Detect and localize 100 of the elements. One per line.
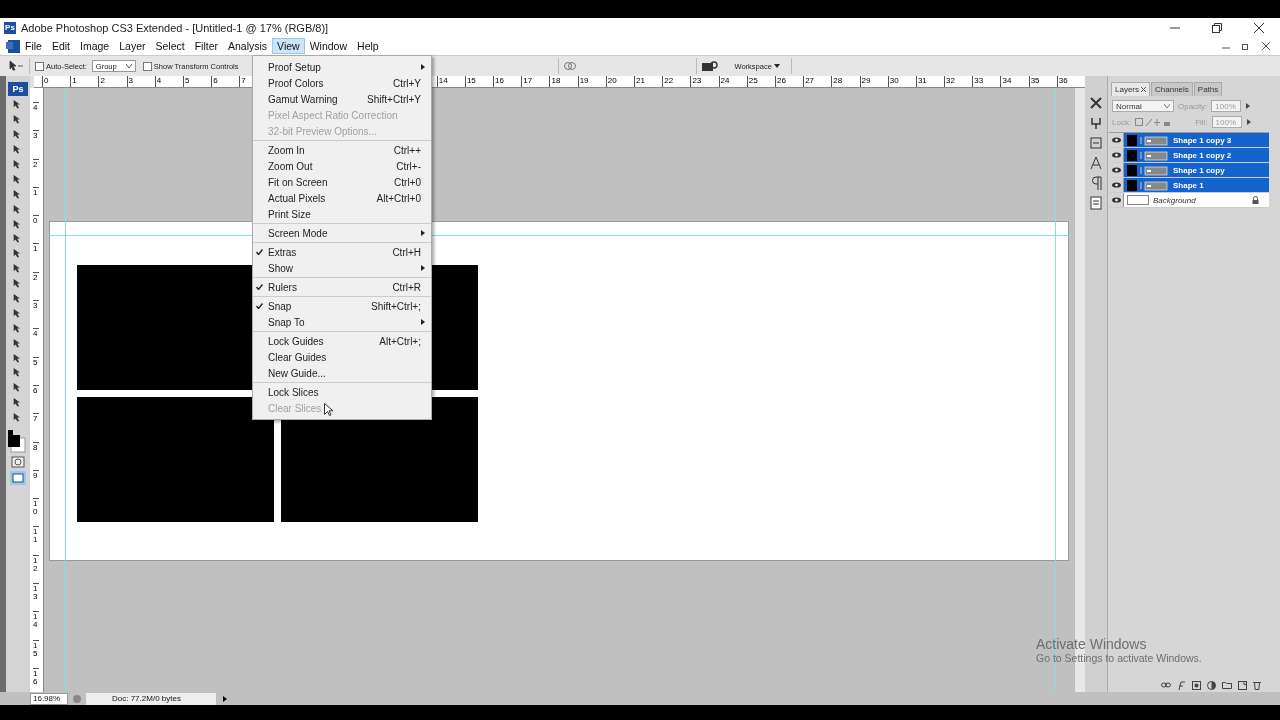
ruler-label: 4	[33, 102, 39, 131]
menu-item[interactable]: Zoom Out Ctrl+-	[253, 158, 431, 174]
layer-thumbnail-icon	[1127, 195, 1149, 205]
menu-item[interactable]: Edit	[46, 38, 75, 54]
menu-item[interactable]: Show	[253, 260, 431, 276]
layer-thumbnail-icon	[1127, 164, 1169, 176]
zoom-level-field[interactable]: 16.98%	[30, 692, 68, 705]
ruler-label: 14	[436, 76, 465, 87]
menu-item[interactable]: File	[20, 38, 47, 54]
trash-icon[interactable]	[1253, 680, 1261, 690]
layer-name: Shape 1 copy	[1173, 165, 1225, 175]
menu-item[interactable]: Clear Guides	[253, 349, 431, 365]
panel-tab[interactable]: Channels	[1151, 82, 1193, 96]
menu-item[interactable]: Snap Shift+Ctrl+;	[253, 298, 431, 314]
ruler-label: 23	[690, 76, 719, 87]
quick-mask-icon[interactable]	[11, 456, 25, 469]
menu-item[interactable]: Extras Ctrl+H	[253, 244, 431, 260]
caret-icon	[1164, 104, 1170, 108]
ruler-label: 1	[33, 243, 39, 272]
ruler-label: 13	[33, 583, 39, 612]
close-icon[interactable]	[1254, 22, 1264, 33]
menu-item[interactable]: Zoom In Ctrl++	[253, 142, 431, 158]
menu-item[interactable]: Snap To	[253, 314, 431, 330]
menu-item[interactable]: Analysis	[223, 38, 273, 54]
eye-icon[interactable]	[1111, 152, 1121, 158]
menu-item[interactable]: Lock Slices	[253, 384, 431, 400]
ruler-label: 3	[33, 130, 39, 159]
ruler-label: 24	[718, 76, 747, 87]
ruler-label: 12	[33, 554, 39, 584]
menu-item[interactable]: Window	[304, 38, 353, 54]
ruler-label: 35	[1028, 76, 1057, 87]
ruler-label: 33	[972, 76, 1001, 87]
eye-icon[interactable]	[1111, 167, 1121, 173]
layer-name: Shape 1 copy 2	[1173, 150, 1232, 160]
ruler-label: 1	[33, 186, 39, 216]
ruler-label: 4	[33, 328, 39, 357]
menu-item[interactable]: New Guide...	[253, 365, 431, 381]
fx-icon[interactable]	[1177, 680, 1186, 690]
ruler-label: 9	[33, 469, 39, 499]
menu-item[interactable]: Gamut Warning Shift+Ctrl+Y	[253, 91, 431, 107]
document-info: Doc: 77.2M/0 bytes	[86, 692, 216, 705]
caret-icon	[125, 64, 132, 68]
menu-item[interactable]: Actual Pixels Alt+Ctrl+0	[253, 190, 431, 206]
auto-select-checkbox[interactable]	[35, 61, 44, 71]
layer-row[interactable]: Background	[1109, 193, 1269, 208]
ruler-label: 3	[33, 300, 39, 329]
menu-item[interactable]: Select	[150, 38, 190, 54]
layer-row[interactable]: Shape 1 copy 2	[1109, 148, 1269, 163]
menu-item[interactable]: Layer	[114, 38, 151, 54]
screen-mode-icon[interactable]	[10, 470, 26, 485]
menu-item[interactable]: Screen Mode	[253, 225, 431, 241]
ruler-label: 2	[98, 76, 127, 87]
ruler-label: 0	[33, 215, 39, 244]
mask-icon[interactable]	[1192, 680, 1201, 690]
color-swatches-icon[interactable]	[8, 430, 28, 454]
blend-mode-dropdown[interactable]: Normal	[1112, 100, 1174, 112]
layer-thumbnail-icon	[1127, 149, 1169, 161]
ruler-label: 31	[915, 76, 945, 87]
close-icon[interactable]	[1141, 87, 1146, 92]
menu-item[interactable]: Image	[75, 38, 115, 54]
ruler-label: 16	[493, 76, 522, 87]
menu-item[interactable]: Print Size	[253, 206, 431, 222]
layer-thumbnail-icon	[1127, 134, 1169, 146]
eye-icon[interactable]	[1111, 137, 1121, 143]
ruler-label: 6	[33, 384, 39, 414]
new-layer-icon[interactable]	[1238, 680, 1247, 690]
panel-tab[interactable]: Paths	[1193, 82, 1223, 96]
panel-tab[interactable]: Layers	[1111, 82, 1150, 96]
adjustment-icon[interactable]	[1207, 680, 1216, 690]
menu-item[interactable]: Help	[352, 38, 384, 54]
move-tool-icon[interactable]	[8, 60, 24, 72]
close-icon[interactable]	[1262, 42, 1270, 50]
menu-item[interactable]: View	[272, 38, 305, 54]
ruler-label: 2	[33, 271, 39, 301]
eye-icon[interactable]	[1111, 182, 1121, 188]
document-icon[interactable]	[6, 39, 20, 53]
ruler-label: 1	[70, 76, 99, 87]
folder-icon[interactable]	[1222, 681, 1232, 689]
menu-item[interactable]: Proof Setup	[253, 59, 431, 75]
ruler-label: 6	[211, 76, 240, 87]
menu-item[interactable]: Filter	[189, 38, 223, 54]
menu-item[interactable]: Lock Guides Alt+Ctrl+;	[253, 333, 431, 349]
distribute-icon[interactable]	[564, 60, 577, 72]
arrow-icon[interactable]	[222, 694, 228, 703]
character-icon[interactable]	[1089, 156, 1103, 170]
layer-name: Shape 1	[1173, 180, 1204, 190]
menu-item[interactable]: Fit on Screen Ctrl+0	[253, 174, 431, 190]
layer-row[interactable]: Shape 1 copy	[1109, 163, 1269, 178]
layer-row[interactable]: Shape 1 copy 3	[1109, 133, 1269, 148]
restore-icon[interactable]	[1242, 42, 1250, 50]
restore-icon[interactable]	[1212, 22, 1222, 33]
paragraph-icon[interactable]	[1089, 176, 1103, 190]
menu-item[interactable]: Rulers Ctrl+R	[253, 279, 431, 295]
ruler-label: 22	[662, 76, 691, 87]
link-icon[interactable]	[1161, 682, 1171, 688]
mouse-cursor-icon	[324, 403, 333, 416]
transform-controls-checkbox[interactable]	[142, 61, 152, 71]
file-browser-icon[interactable]	[702, 60, 719, 72]
eye-icon[interactable]	[1111, 197, 1121, 203]
layer-row[interactable]: Shape 1	[1109, 178, 1269, 193]
